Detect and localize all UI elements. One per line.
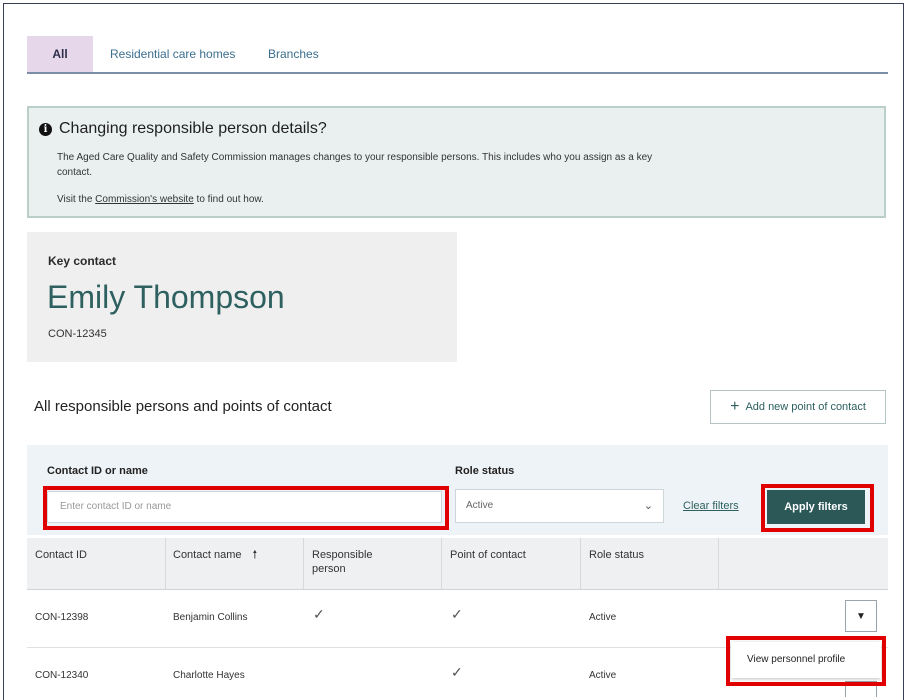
role-status-label: Role status (455, 465, 515, 477)
column-contact-name[interactable]: Contact name 🠕 (173, 548, 257, 562)
column-divider (580, 538, 581, 589)
sort-up-icon: 🠕 (252, 549, 258, 561)
role-status-value: Active (466, 500, 494, 511)
highlight-menu-item (726, 636, 886, 686)
cell-contact-id: CON-12340 (35, 670, 89, 681)
key-contact-label: Key contact (48, 254, 117, 268)
commission-website-link[interactable]: Commission's website (95, 194, 194, 205)
check-icon: ✓ (451, 606, 463, 622)
banner-heading: i Changing responsible person details? (39, 120, 327, 138)
column-divider (303, 538, 304, 589)
check-icon: ✓ (313, 606, 325, 622)
key-contact-name: Emily Thompson (47, 279, 285, 315)
column-role-status[interactable]: Role status (589, 548, 644, 562)
info-icon: i (39, 122, 52, 136)
table-header: Contact ID Contact name 🠕 Responsible pe… (27, 538, 888, 590)
column-responsible-person[interactable]: Responsible person (312, 548, 402, 576)
cell-contact-name: Charlotte Hayes (173, 670, 245, 681)
add-button-label: Add new point of contact (745, 401, 866, 413)
cell-role-status: Active (589, 670, 617, 681)
highlight-apply-button (761, 484, 874, 532)
column-contact-id[interactable]: Contact ID (35, 548, 87, 562)
key-contact-card: Key contact Emily Thompson CON-12345 (27, 232, 457, 362)
add-point-of-contact-button[interactable]: + Add new point of contact (710, 390, 886, 424)
column-contact-name-label: Contact name (173, 549, 242, 561)
section-title: All responsible persons and points of co… (34, 398, 332, 415)
tab-bar: All Residential care homes Branches (27, 36, 888, 74)
cell-contact-id: CON-12398 (35, 612, 89, 623)
info-banner: i Changing responsible person details? T… (27, 106, 886, 218)
cell-role-status: Active (589, 612, 617, 623)
check-icon: ✓ (451, 664, 463, 680)
tab-all[interactable]: All (27, 36, 93, 72)
column-divider (441, 538, 442, 589)
clear-filters-link[interactable]: Clear filters (683, 500, 739, 512)
column-point-of-contact[interactable]: Point of contact (450, 548, 526, 562)
role-status-select[interactable]: Active ⌄ (455, 489, 664, 523)
tab-residential-care-homes[interactable]: Residential care homes (110, 36, 235, 72)
chevron-down-icon: ⌄ (643, 500, 653, 512)
highlight-contact-input (43, 486, 449, 530)
visit-prefix: Visit the (57, 194, 96, 205)
banner-body: The Aged Care Quality and Safety Commiss… (57, 152, 653, 178)
contact-filter-label: Contact ID or name (47, 465, 148, 477)
column-divider (165, 538, 166, 589)
row-actions-button[interactable]: ▼ (845, 600, 877, 632)
banner-title: Changing responsible person details? (59, 120, 327, 137)
cell-contact-name: Benjamin Collins (173, 612, 248, 623)
banner-visit-text: Visit the Commission's website to find o… (57, 194, 264, 205)
caret-down-icon: ▼ (856, 611, 866, 622)
column-divider (718, 538, 719, 589)
key-contact-id: CON-12345 (48, 328, 107, 340)
plus-icon: + (730, 398, 740, 415)
visit-suffix: to find out how. (193, 194, 264, 205)
tab-branches[interactable]: Branches (268, 36, 319, 72)
